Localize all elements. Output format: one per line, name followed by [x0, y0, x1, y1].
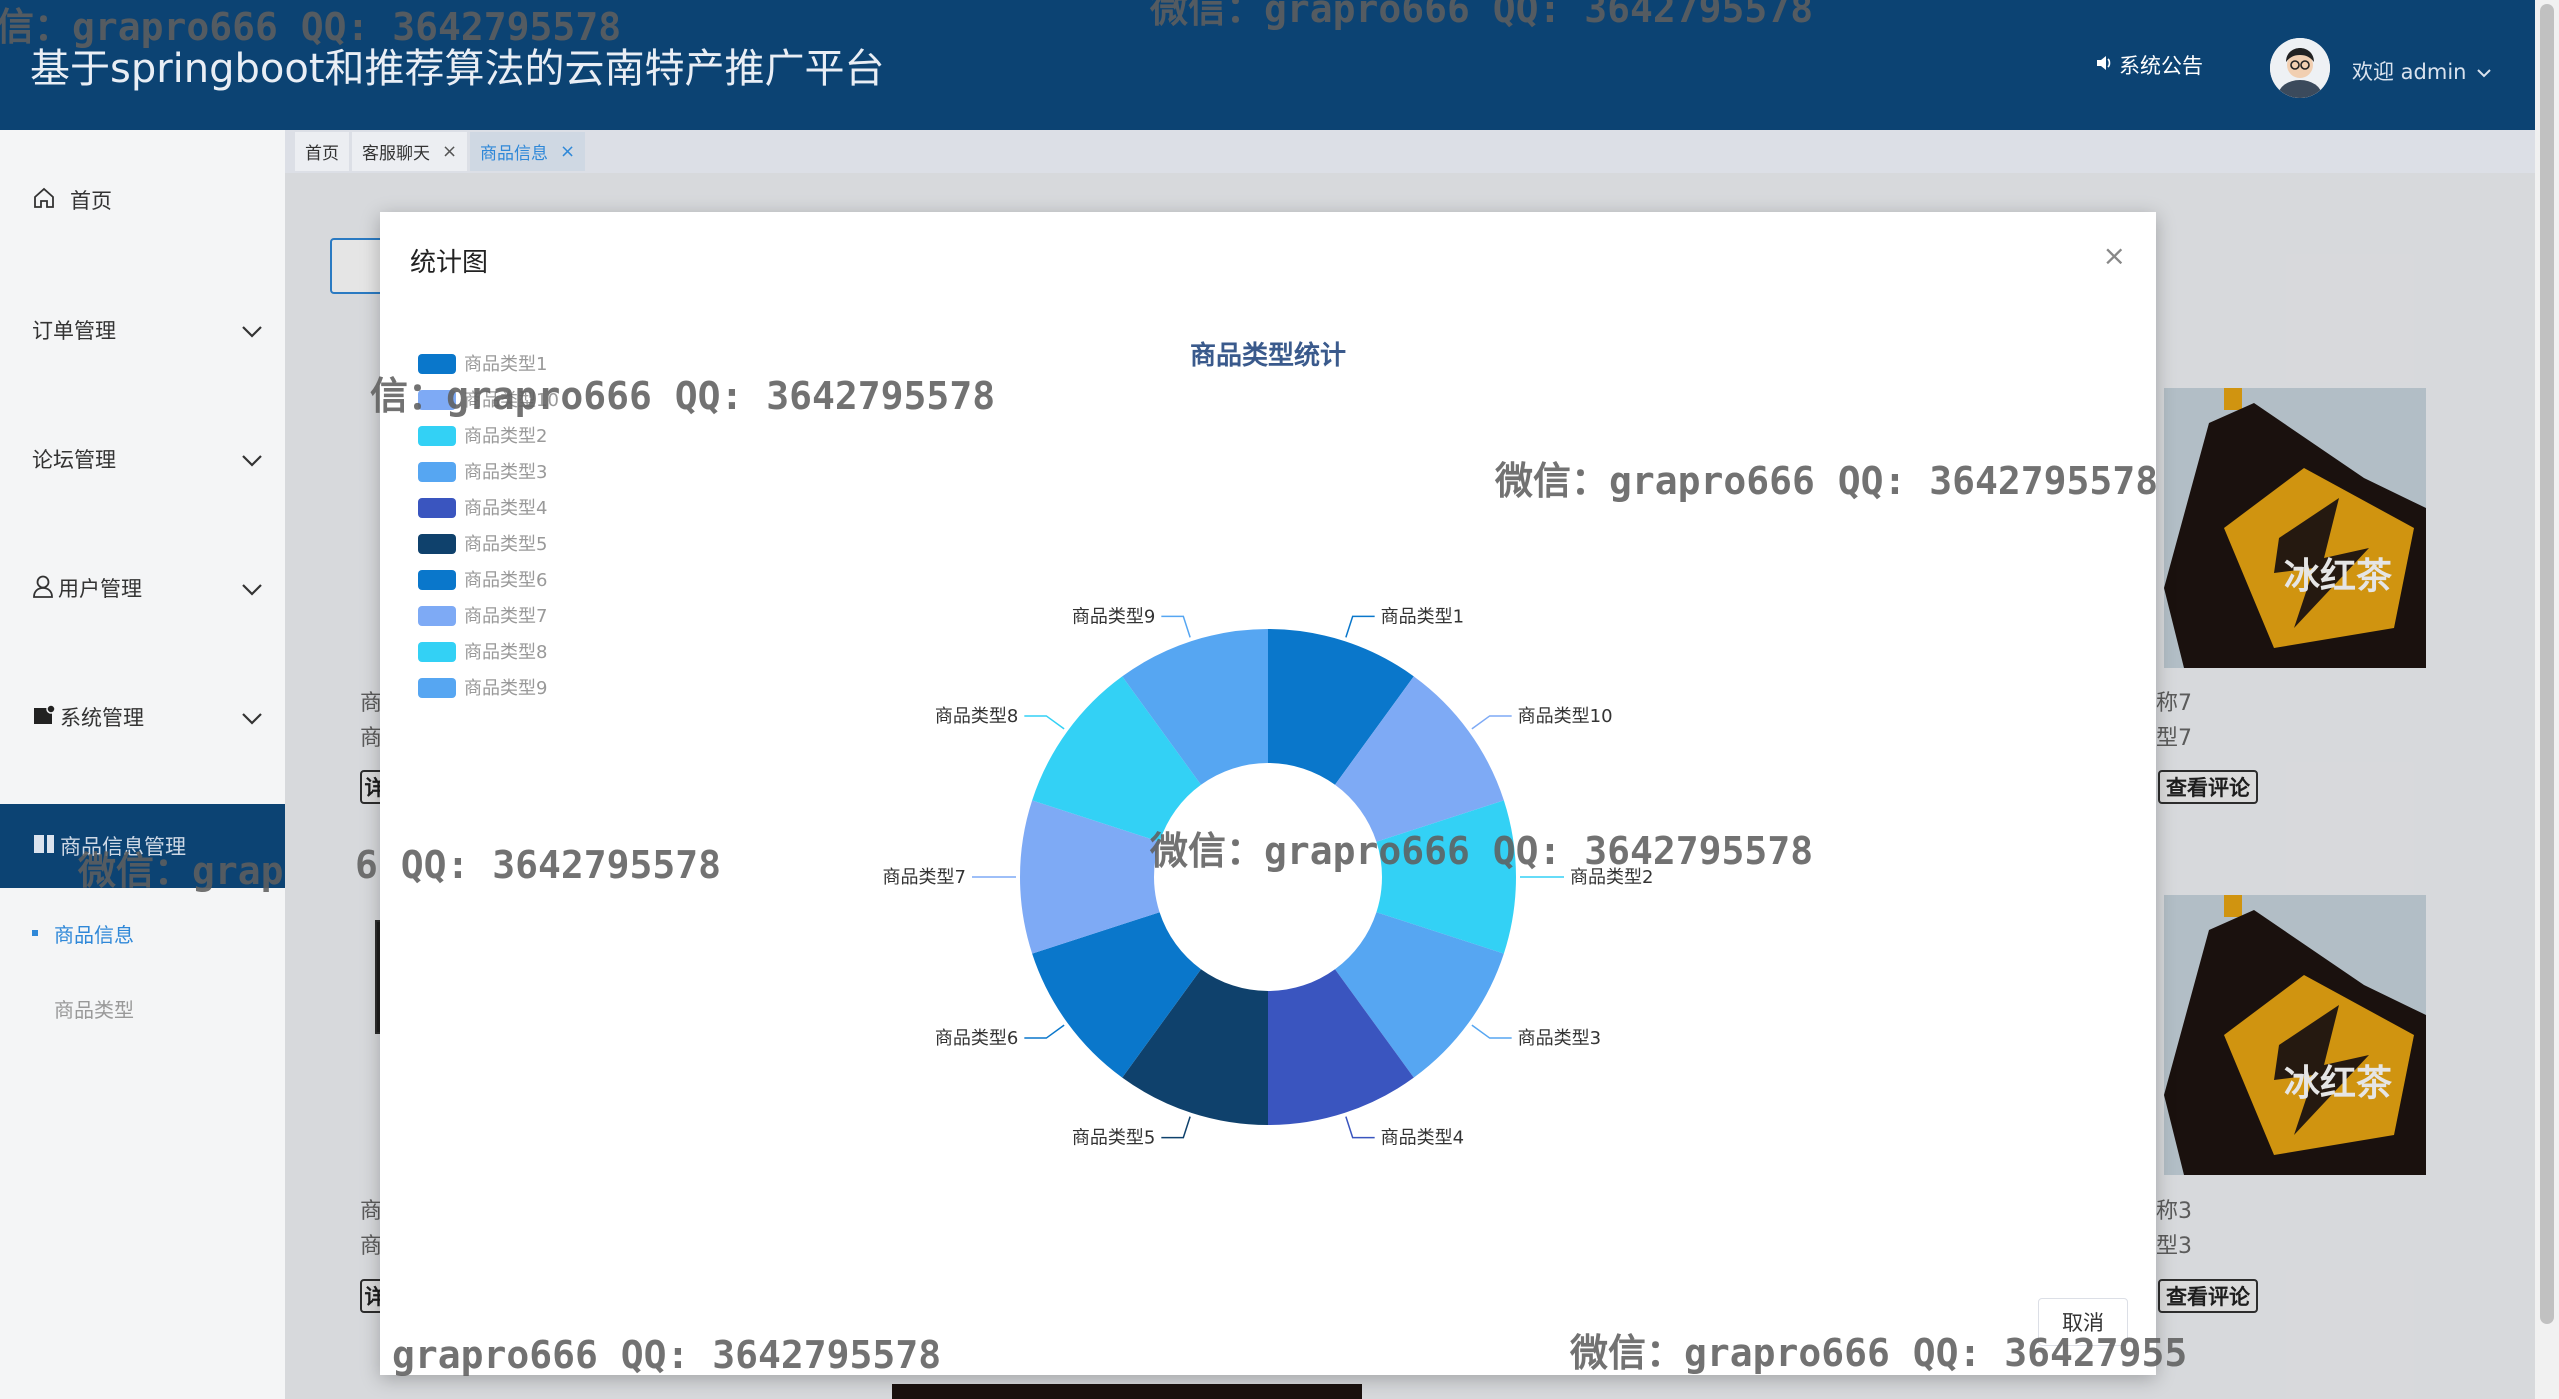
system-icon: [32, 703, 56, 732]
close-icon[interactable]: ×: [442, 141, 457, 162]
legend-swatch: [418, 570, 456, 590]
leader-line: [1345, 1116, 1375, 1139]
sidebar-item-system[interactable]: 系统管理: [0, 687, 285, 747]
user-menu[interactable]: 欢迎 admin: [2352, 56, 2492, 86]
watermark-text: 6 QQ: 3642795578: [355, 843, 722, 887]
leader-line: [1161, 615, 1191, 638]
chevron-down-icon: [241, 578, 263, 602]
announcement-link[interactable]: 系统公告: [2095, 50, 2203, 80]
sidebar-item-label: 系统管理: [60, 706, 144, 730]
sidebar-item-users[interactable]: 用户管理: [0, 558, 285, 618]
sidebar-item-label: 订单管理: [32, 319, 116, 343]
sidebar: 首页 订单管理 论坛管理 用户管理 系统管理 商品信息管理 商品信息 商品类型: [0, 130, 285, 1399]
sidebar-item-forum[interactable]: 论坛管理: [0, 429, 285, 489]
avatar[interactable]: [2270, 38, 2330, 98]
page-scrollbar[interactable]: [2535, 0, 2559, 1399]
home-icon: [32, 186, 56, 215]
slice-label: 商品类型9: [1072, 606, 1155, 627]
leader-line: [1471, 1024, 1512, 1039]
speaker-icon: [2095, 53, 2113, 77]
watermark-text: 微信：grapro666 QQ: 3642795578: [1150, 0, 1814, 31]
leader-line: [1024, 1024, 1065, 1039]
sidebar-subitem-product-type[interactable]: 商品类型: [0, 978, 285, 1038]
sidebar-item-label: 首页: [70, 189, 112, 213]
sidebar-subitem-label: 商品信息: [54, 922, 134, 947]
sidebar-item-home[interactable]: 首页: [0, 170, 285, 230]
welcome-label: 欢迎 admin: [2352, 60, 2467, 84]
watermark-text: 微信：grapro666 QQ: 3642795578: [1495, 459, 2159, 503]
sidebar-item-label: 论坛管理: [32, 448, 116, 472]
tab-product-info[interactable]: 商品信息 ×: [470, 132, 586, 171]
slice-label: 商品类型3: [1518, 1028, 1601, 1049]
tab-home[interactable]: 首页: [295, 132, 349, 171]
legend-label: 商品类型5: [464, 534, 547, 555]
watermark-text: 微信：grapro666 QQ: 36427955: [1570, 1331, 2188, 1375]
close-icon[interactable]: ×: [560, 141, 575, 162]
watermark-text: 信：grapro666 QQ: 3642795578: [0, 5, 622, 49]
announcement-label: 系统公告: [2119, 54, 2203, 78]
tab-label: 商品信息: [480, 144, 548, 164]
chevron-down-icon: [241, 449, 263, 473]
chevron-down-icon: [2476, 59, 2492, 83]
product-icon: [32, 832, 56, 861]
sidebar-subitem-product-info[interactable]: 商品信息: [0, 903, 285, 963]
chevron-down-icon: [241, 320, 263, 344]
legend-label: 商品类型2: [464, 426, 547, 447]
legend-swatch: [418, 678, 456, 698]
leader-line: [1471, 715, 1512, 730]
chevron-down-icon: [241, 707, 263, 731]
watermark-text: 信：grapro666 QQ: 3642795578: [370, 374, 996, 418]
sidebar-item-orders[interactable]: 订单管理: [0, 300, 285, 360]
watermark-text: grapro666 QQ: 3642795578: [392, 1333, 942, 1377]
slice-label: 商品类型8: [935, 706, 1018, 727]
legend-label: 商品类型3: [464, 462, 547, 483]
legend-swatch: [418, 606, 456, 626]
active-dot-icon: [32, 930, 38, 936]
slice-label: 商品类型1: [1381, 606, 1464, 627]
legend-swatch: [418, 534, 456, 554]
legend-label: 商品类型9: [464, 678, 547, 699]
chart-title: 商品类型统计: [1190, 340, 1346, 371]
leader-line: [1024, 715, 1065, 730]
legend-swatch: [418, 426, 456, 446]
leader-line: [1161, 1116, 1191, 1139]
sidebar-item-label: 用户管理: [58, 577, 142, 601]
legend-swatch: [418, 462, 456, 482]
watermark-text: 微信：grapro666 QQ: 3642795578: [1150, 829, 1814, 873]
slice-label: 商品类型7: [883, 867, 966, 888]
sidebar-subitem-label: 商品类型: [54, 997, 134, 1022]
watermark-text: 微信：grap: [78, 849, 284, 893]
tab-label: 客服聊天: [362, 144, 430, 164]
legend-label: 商品类型7: [464, 606, 547, 627]
breadcrumb-tabs: 首页 客服聊天 × 商品信息 ×: [285, 130, 2535, 173]
legend-label: 商品类型8: [464, 642, 547, 663]
scrollbar-thumb[interactable]: [2540, 4, 2554, 1324]
tab-customer-chat[interactable]: 客服聊天 ×: [352, 132, 468, 171]
slice-label: 商品类型6: [935, 1028, 1018, 1049]
slice-label: 商品类型10: [1518, 706, 1613, 727]
slice-label: 商品类型5: [1072, 1128, 1155, 1149]
legend-label: 商品类型6: [464, 570, 547, 591]
user-icon: [32, 574, 54, 603]
legend-label: 商品类型4: [464, 498, 547, 519]
legend-swatch: [418, 642, 456, 662]
leader-line: [1345, 615, 1375, 638]
tab-label: 首页: [305, 144, 339, 164]
slice-label: 商品类型4: [1381, 1128, 1464, 1149]
legend-swatch: [418, 498, 456, 518]
